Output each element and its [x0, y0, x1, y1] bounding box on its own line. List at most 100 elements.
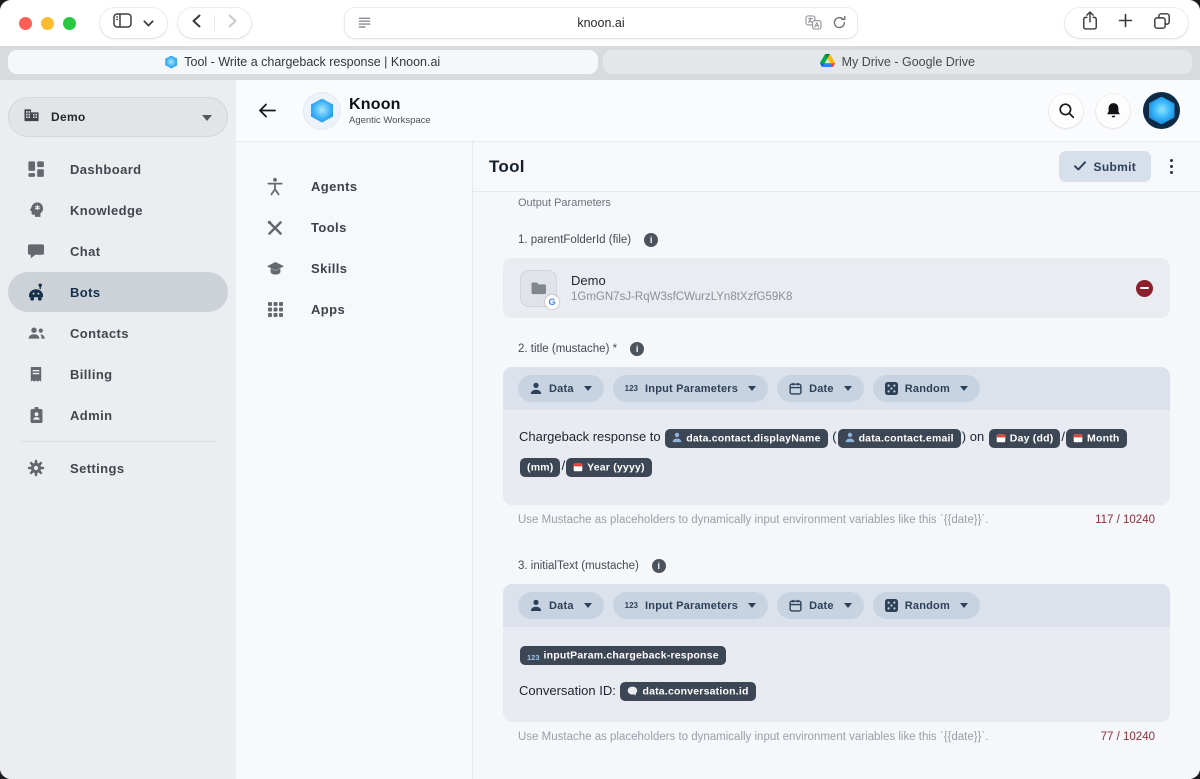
sidebar-item-bots[interactable]: Bots: [8, 272, 228, 312]
dashboard-icon: [26, 160, 46, 178]
editor-toolbar: Data 123Input Parameters Date Random: [503, 367, 1170, 410]
tab-overview-icon[interactable]: [1153, 12, 1171, 35]
billing-icon: [26, 366, 46, 383]
more-options-button[interactable]: [1160, 153, 1182, 181]
date-dropdown[interactable]: Date: [777, 375, 864, 402]
variable-chip-email[interactable]: data.contact.email: [838, 429, 961, 448]
check-icon: [1074, 160, 1086, 174]
sidebar-item-billing[interactable]: Billing: [8, 354, 228, 394]
sidebar-item-contacts[interactable]: Contacts: [8, 313, 228, 353]
settings-gear-icon: [26, 459, 46, 477]
tab-knoon[interactable]: Tool - Write a chargeback response | Kno…: [8, 50, 598, 74]
field2-label: 2. title (mustache) *: [518, 343, 617, 355]
subnav-item-agents[interactable]: Agents: [236, 166, 472, 207]
robot-icon: [26, 283, 46, 301]
initial-text-template-input[interactable]: 123inputParam.chargeback-response Conver…: [503, 627, 1170, 722]
date-dropdown[interactable]: Date: [777, 592, 864, 619]
submit-button[interactable]: Submit: [1059, 151, 1151, 182]
agents-icon: [265, 177, 285, 196]
tools-icon: [265, 219, 285, 237]
sidebar-divider: [20, 441, 216, 442]
close-window-button[interactable]: [19, 17, 32, 30]
secondary-nav: Agents Tools Skills Apps: [236, 142, 472, 779]
variable-chip-conversation-id[interactable]: data.conversation.id: [620, 682, 755, 701]
share-icon[interactable]: [1082, 11, 1098, 35]
data-dropdown[interactable]: Data: [518, 592, 604, 619]
variable-chip-input-param[interactable]: 123inputParam.chargeback-response: [520, 646, 726, 665]
input-parameters-dropdown[interactable]: 123Input Parameters: [613, 375, 768, 402]
title-template-input[interactable]: Chargeback response to data.contact.disp…: [503, 410, 1170, 505]
selected-file-card: G Demo 1GmGN7sJ-RqW3sfCWurzLYn8tXzfG59K8: [503, 258, 1170, 318]
conversation-id-label: Conversation ID:: [519, 683, 616, 698]
info-icon[interactable]: i: [630, 342, 644, 356]
brand-tagline: Agentic Workspace: [349, 115, 431, 126]
nav-divider: [214, 15, 215, 31]
reload-icon[interactable]: [832, 15, 847, 35]
zoom-window-button[interactable]: [63, 17, 76, 30]
sidebar-item-admin[interactable]: Admin: [8, 395, 228, 435]
page-title: Tool: [489, 157, 525, 177]
field3-label: 3. initialText (mustache): [518, 560, 639, 572]
back-button[interactable]: [251, 95, 283, 127]
workspace-switcher[interactable]: Demo: [8, 97, 228, 137]
chevron-down-icon: [202, 108, 212, 126]
new-tab-icon[interactable]: [1118, 13, 1133, 33]
browser-sidebar-toggle[interactable]: [100, 8, 167, 38]
sidebar-item-settings[interactable]: Settings: [8, 448, 228, 488]
file-id: 1GmGN7sJ-RqW3sfCWurzLYn8tXzfG59K8: [571, 291, 792, 303]
translate-icon[interactable]: [805, 15, 822, 35]
input-parameters-dropdown[interactable]: 123Input Parameters: [613, 592, 768, 619]
sidebar-item-dashboard[interactable]: Dashboard: [8, 149, 228, 189]
contacts-icon: [26, 325, 46, 341]
search-button[interactable]: [1049, 94, 1083, 128]
file-name: Demo: [571, 273, 792, 288]
info-icon[interactable]: i: [652, 559, 666, 573]
chevron-down-icon: [143, 14, 154, 32]
minimize-window-button[interactable]: [41, 17, 54, 30]
char-count: 77 / 10240: [1101, 731, 1155, 743]
random-dropdown[interactable]: Random: [873, 592, 980, 619]
browser-window: knoon.ai Tool - Write a chargeback respo…: [0, 0, 1200, 779]
sidebar-item-knowledge[interactable]: Knowledge: [8, 190, 228, 230]
random-dropdown[interactable]: Random: [873, 375, 980, 402]
sidebar-item-chat[interactable]: Chat: [8, 231, 228, 271]
initial-text-mustache-editor: Data 123Input Parameters Date Random 123…: [503, 584, 1170, 722]
sidebar: Demo Dashboard Knowledge Chat: [0, 80, 236, 779]
back-icon[interactable]: [192, 14, 201, 33]
google-badge: G: [545, 295, 559, 309]
address-bar[interactable]: knoon.ai: [345, 8, 857, 38]
chat-icon: [26, 243, 46, 260]
variable-chip-day[interactable]: Day (dd): [989, 429, 1061, 448]
tab-google-drive[interactable]: My Drive - Google Drive: [603, 50, 1193, 74]
subnav-item-skills[interactable]: Skills: [236, 248, 472, 289]
knoon-logo: [303, 92, 341, 130]
forward-icon[interactable]: [228, 14, 237, 33]
subnav-item-tools[interactable]: Tools: [236, 207, 472, 248]
avatar[interactable]: [1143, 92, 1180, 129]
editor-toolbar: Data 123Input Parameters Date Random: [503, 584, 1170, 627]
browser-toolbar: knoon.ai: [0, 0, 1200, 46]
knowledge-icon: [26, 201, 46, 219]
mustache-hint: Use Mustache as placeholders to dynamica…: [518, 514, 988, 526]
google-drive-icon: [820, 54, 835, 71]
remove-file-button[interactable]: [1136, 280, 1153, 297]
tool-form: Output Parameters 1. parentFolderId (fil…: [473, 192, 1200, 779]
mustache-hint: Use Mustache as placeholders to dynamica…: [518, 731, 988, 743]
history-nav: [178, 8, 251, 38]
notifications-button[interactable]: [1096, 94, 1130, 128]
window-controls: [19, 17, 76, 30]
title-mustache-editor: Data 123Input Parameters Date Random Cha…: [503, 367, 1170, 505]
tab-bar: Tool - Write a chargeback response | Kno…: [0, 46, 1200, 80]
google-drive-folder-icon: G: [520, 270, 557, 307]
variable-chip-year[interactable]: Year (yyyy): [566, 458, 652, 477]
knoon-app: Demo Dashboard Knowledge Chat: [0, 80, 1200, 779]
info-icon[interactable]: i: [644, 233, 658, 247]
data-dropdown[interactable]: Data: [518, 375, 604, 402]
url-text[interactable]: knoon.ai: [345, 8, 857, 38]
workspace-name: Demo: [51, 110, 86, 124]
knoon-favicon: [165, 56, 177, 69]
content-header: Tool Submit: [473, 142, 1200, 192]
subnav-item-apps[interactable]: Apps: [236, 289, 472, 330]
browser-actions: [1065, 8, 1188, 38]
variable-chip-display-name[interactable]: data.contact.displayName: [665, 429, 827, 448]
